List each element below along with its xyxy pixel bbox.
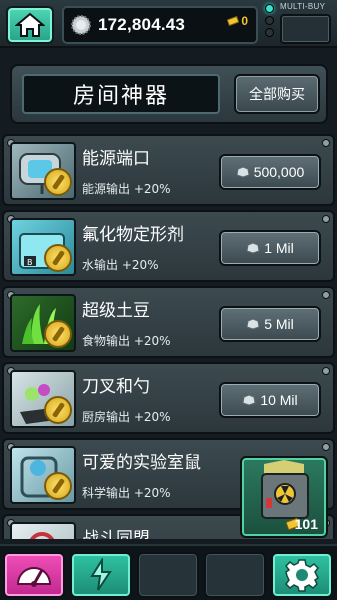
buy-button[interactable]: 5 Mil [219,306,321,342]
top-bar: 172,804.43 0 MULTI-BUY [0,0,337,48]
item-desc: 水输出 +20% [82,258,159,272]
upgrade-level-icon [44,472,72,500]
bolt-decoration [322,215,330,223]
combat-alliance-icon [29,532,55,539]
item-name: 可爱的实验室鼠 [82,453,201,473]
item-thumbnail [10,370,76,428]
item-desc: 能源输出 +20% [82,182,171,196]
item-thumbnail [10,294,76,352]
item-name: 氟化物定形剂 [82,225,184,245]
item-desc: 科学输出 +20% [82,486,171,500]
lunchbox-ticket-icon [227,16,240,26]
multibuy-dot [265,28,274,37]
bolt-decoration [322,291,330,299]
list-item: B 氟化物定形剂 水输出 +20% 1 Mil [2,210,335,282]
gear-icon [285,559,319,592]
home-icon [15,12,45,37]
buy-button[interactable]: 10 Mil [219,382,321,418]
upgrade-level-icon [44,320,72,348]
bottom-nav [0,544,337,600]
buy-button[interactable]: 1 Mil [219,230,321,266]
nuka-cap-icon [71,15,91,35]
bolt-decoration [322,443,330,451]
item-thumbnail [10,522,76,539]
item-thumbnail [10,142,76,200]
list-item: 超级土豆 食物输出 +20% 5 Mil [2,286,335,358]
power-icon [90,558,112,591]
upgrade-level-icon [44,244,72,272]
nuka-cap-icon [246,318,260,330]
currency-display: 172,804.43 0 [62,6,258,44]
empty-slot-button[interactable] [204,552,266,598]
bolt-decoration [322,139,330,147]
page-title: 房间神器 [22,74,220,114]
buy-button[interactable]: 500,000 [219,154,321,190]
price-label: 10 Mil [260,392,298,408]
multibuy-dot-active [265,4,274,13]
item-thumbnail [10,446,76,504]
item-name: 能源端口 [82,149,150,169]
gold-badge: 0 [227,14,248,28]
lootbox-count: 101 [294,516,318,532]
nuka-cap-icon [236,166,250,178]
bolt-decoration [322,367,330,375]
settings-button[interactable] [271,552,333,598]
nuka-cap-icon [242,394,256,406]
gold-value: 0 [241,14,248,28]
gauge-button[interactable] [3,552,65,598]
price-label: 500,000 [253,164,305,180]
price-label: 1 Mil [264,240,294,256]
item-thumbnail: B [10,218,76,276]
power-button[interactable] [70,552,132,598]
empty-slot-button[interactable] [137,552,199,598]
multibuy-label: MULTI-BUY [280,2,326,11]
currency-value: 172,804.43 [98,15,186,34]
item-name: 刀叉和勺 [82,377,150,397]
gauge-icon [16,567,52,587]
item-name: 超级土豆 [82,301,150,321]
multibuy-button[interactable] [280,14,331,44]
item-name: 战斗同盟 [82,529,150,539]
upgrade-level-icon [44,168,72,196]
multibuy-dot [265,16,274,25]
item-desc: 食物输出 +20% [82,334,171,348]
list-item: 能源端口 能源输出 +20% 500,000 [2,134,335,206]
svg-text:B: B [27,258,33,267]
upgrade-level-icon [44,396,72,424]
home-button[interactable] [6,6,54,44]
multibuy-indicator [265,4,274,37]
nuka-cap-icon [246,242,260,254]
lootbox-button[interactable]: 101 [240,456,328,538]
price-label: 5 Mil [264,316,294,332]
list-item: 刀叉和勺 厨房输出 +20% 10 Mil [2,362,335,434]
buy-all-button[interactable]: 全部购买 [234,74,320,114]
room-device-header: 房间神器 全部购买 [10,64,328,124]
item-desc: 厨房输出 +20% [82,410,171,424]
